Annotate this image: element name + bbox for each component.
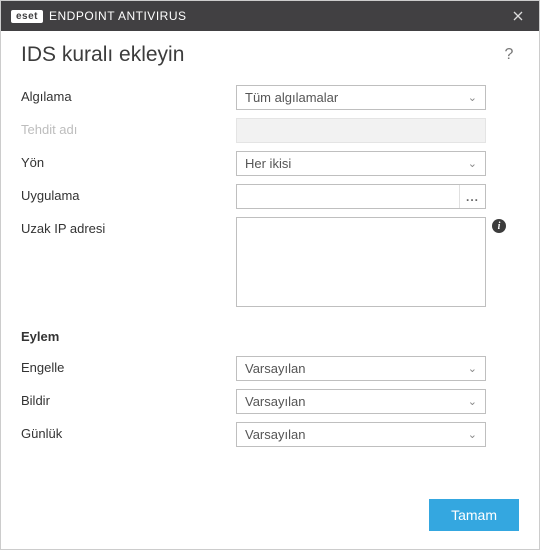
- help-icon[interactable]: ?: [499, 46, 519, 64]
- chevron-down-icon: ⌄: [468, 428, 477, 441]
- row-application: Uygulama ...: [21, 184, 519, 209]
- chevron-down-icon: ⌄: [468, 362, 477, 375]
- block-value: Varsayılan: [245, 361, 305, 376]
- notify-value: Varsayılan: [245, 394, 305, 409]
- window-title: ENDPOINT ANTIVIRUS: [49, 9, 505, 23]
- footer: Tamam: [21, 487, 519, 549]
- label-application: Uygulama: [21, 184, 236, 203]
- info-icon[interactable]: i: [492, 219, 506, 233]
- application-value[interactable]: [237, 185, 459, 208]
- label-direction: Yön: [21, 151, 236, 170]
- close-button[interactable]: [505, 3, 531, 29]
- row-block: Engelle Varsayılan ⌄: [21, 356, 519, 381]
- direction-value: Her ikisi: [245, 156, 291, 171]
- row-direction: Yön Her ikisi ⌄: [21, 151, 519, 176]
- detection-select[interactable]: Tüm algılamalar ⌄: [236, 85, 486, 110]
- chevron-down-icon: ⌄: [468, 157, 477, 170]
- direction-select[interactable]: Her ikisi ⌄: [236, 151, 486, 176]
- label-block: Engelle: [21, 356, 236, 375]
- brand-badge: eset: [11, 10, 43, 23]
- detection-value: Tüm algılamalar: [245, 90, 338, 105]
- close-icon: [513, 11, 523, 21]
- chevron-down-icon: ⌄: [468, 91, 477, 104]
- header-row: IDS kuralı ekleyin ?: [21, 43, 519, 67]
- chevron-down-icon: ⌄: [468, 395, 477, 408]
- log-select[interactable]: Varsayılan ⌄: [236, 422, 486, 447]
- titlebar: eset ENDPOINT ANTIVIRUS: [1, 1, 539, 31]
- row-remote-ip: Uzak IP adresi i: [21, 217, 519, 307]
- row-detection: Algılama Tüm algılamalar ⌄: [21, 85, 519, 110]
- log-value: Varsayılan: [245, 427, 305, 442]
- browse-button[interactable]: ...: [459, 185, 485, 208]
- label-notify: Bildir: [21, 389, 236, 408]
- label-log: Günlük: [21, 422, 236, 441]
- row-log: Günlük Varsayılan ⌄: [21, 422, 519, 447]
- section-title-action: Eylem: [21, 329, 519, 344]
- row-threat-name: Tehdit adı: [21, 118, 519, 143]
- label-threat-name: Tehdit adı: [21, 118, 236, 137]
- content: IDS kuralı ekleyin ? Algılama Tüm algıla…: [1, 31, 539, 549]
- ok-button[interactable]: Tamam: [429, 499, 519, 531]
- page-title: IDS kuralı ekleyin: [21, 43, 499, 67]
- notify-select[interactable]: Varsayılan ⌄: [236, 389, 486, 414]
- block-select[interactable]: Varsayılan ⌄: [236, 356, 486, 381]
- label-detection: Algılama: [21, 85, 236, 104]
- application-input[interactable]: ...: [236, 184, 486, 209]
- remote-ip-textarea[interactable]: [236, 217, 486, 307]
- row-notify: Bildir Varsayılan ⌄: [21, 389, 519, 414]
- form: Algılama Tüm algılamalar ⌄ Tehdit adı Yö…: [21, 85, 519, 487]
- label-remote-ip: Uzak IP adresi: [21, 217, 236, 236]
- threat-name-input: [236, 118, 486, 143]
